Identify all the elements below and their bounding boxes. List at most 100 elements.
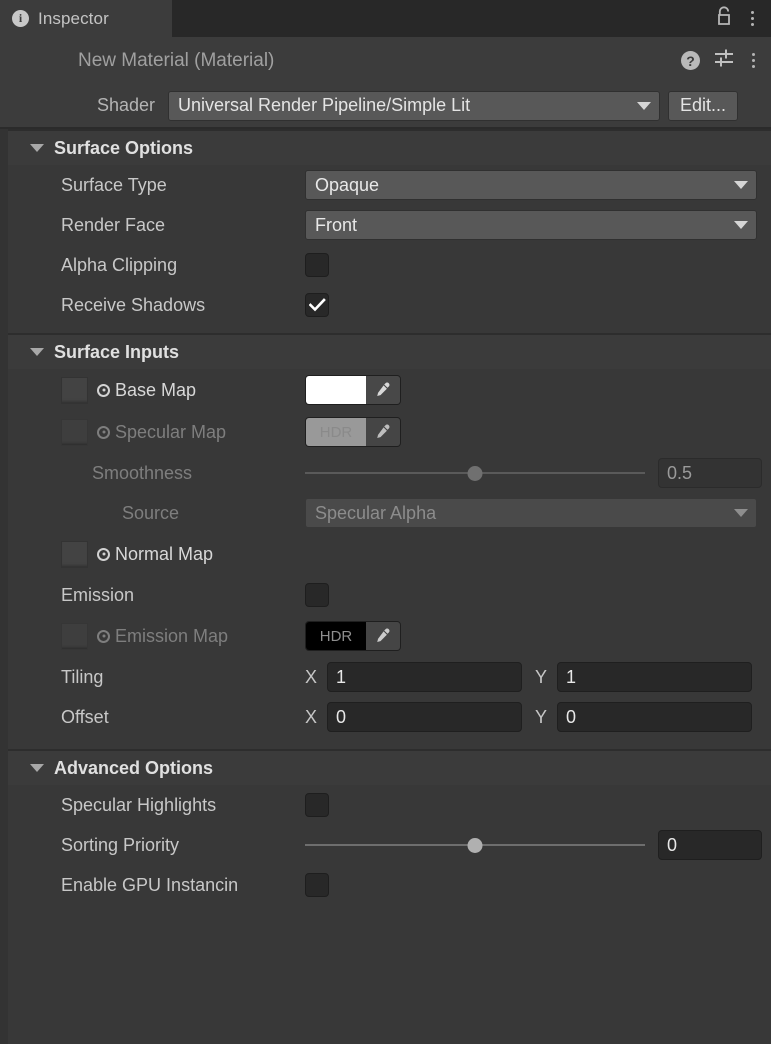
chevron-down-icon: [734, 509, 748, 517]
render-face-value: Front: [315, 215, 734, 236]
target-dot-icon[interactable]: [97, 426, 110, 439]
emission-map-label-group: Emission Map: [97, 626, 228, 647]
sorting-priority-slider[interactable]: [305, 830, 645, 860]
section-title: Advanced Options: [54, 758, 213, 779]
surface-type-dropdown[interactable]: Opaque: [305, 170, 757, 200]
shader-label: Shader: [0, 95, 168, 116]
row-receive-shadows: Receive Shadows: [0, 285, 771, 325]
smoothness-label: Smoothness: [0, 463, 305, 484]
section-header-advanced-options[interactable]: Advanced Options: [0, 749, 771, 785]
source-label: Source: [0, 503, 305, 524]
normal-map-label: Normal Map: [115, 544, 213, 565]
target-dot-icon[interactable]: [97, 548, 110, 561]
foldout-triangle-icon[interactable]: [30, 144, 44, 152]
specular-map-swatch[interactable]: HDR: [306, 418, 366, 446]
row-specular-map: Specular Map HDR: [0, 411, 771, 453]
emission-checkbox[interactable]: [305, 583, 329, 607]
specular-map-color-field[interactable]: HDR: [305, 417, 401, 447]
row-offset: Offset X 0 Y 0: [0, 697, 771, 737]
info-circle-icon: i: [12, 10, 29, 27]
base-map-color-field[interactable]: [305, 375, 401, 405]
row-smoothness: Smoothness 0.5: [0, 453, 771, 493]
tabbar-actions: [715, 0, 771, 37]
foldout-triangle-icon[interactable]: [30, 764, 44, 772]
emission-map-swatch[interactable]: HDR: [306, 622, 366, 650]
target-dot-icon[interactable]: [97, 630, 110, 643]
receive-shadows-checkbox[interactable]: [305, 293, 329, 317]
eyedropper-icon[interactable]: [366, 418, 400, 446]
slider-knob[interactable]: [468, 838, 483, 853]
row-sorting-priority: Sorting Priority 0: [0, 825, 771, 865]
emission-map-label: Emission Map: [115, 626, 228, 647]
header-actions: ?: [681, 48, 771, 73]
base-map-label-group: Base Map: [97, 380, 196, 401]
tab-inspector[interactable]: i Inspector: [0, 0, 172, 37]
base-map-texture-slot[interactable]: [61, 377, 88, 404]
alpha-clipping-checkbox[interactable]: [305, 253, 329, 277]
specular-map-texture-slot[interactable]: [61, 419, 88, 446]
offset-label: Offset: [0, 707, 305, 728]
eyedropper-icon[interactable]: [366, 376, 400, 404]
base-map-swatch[interactable]: [306, 376, 366, 404]
row-base-map: Base Map: [0, 369, 771, 411]
row-tiling: Tiling X 1 Y 1: [0, 657, 771, 697]
section-title: Surface Options: [54, 138, 193, 159]
tabbar-spacer: [172, 0, 715, 37]
source-dropdown[interactable]: Specular Alpha: [305, 498, 757, 528]
specular-highlights-checkbox[interactable]: [305, 793, 329, 817]
normal-map-texture-slot[interactable]: [61, 541, 88, 568]
render-face-dropdown[interactable]: Front: [305, 210, 757, 240]
section-header-surface-options[interactable]: Surface Options: [0, 129, 771, 165]
row-gpu-instancing: Enable GPU Instancin: [0, 865, 771, 905]
row-render-face: Render Face Front: [0, 205, 771, 245]
shader-dropdown[interactable]: Universal Render Pipeline/Simple Lit: [168, 91, 660, 121]
sorting-priority-value-field[interactable]: 0: [658, 830, 762, 860]
chevron-down-icon: [734, 181, 748, 189]
tiling-y-field[interactable]: 1: [557, 662, 752, 692]
gpu-instancing-checkbox[interactable]: [305, 873, 329, 897]
emission-map-texture-slot[interactable]: [61, 623, 88, 650]
smoothness-slider[interactable]: [305, 458, 645, 488]
row-alpha-clipping: Alpha Clipping: [0, 245, 771, 285]
tiling-y-axis-label: Y: [535, 667, 557, 688]
page-title: New Material (Material): [0, 50, 274, 72]
gpu-instancing-label: Enable GPU Instancin: [0, 875, 305, 896]
row-source: Source Specular Alpha: [0, 493, 771, 533]
shader-value: Universal Render Pipeline/Simple Lit: [178, 95, 637, 116]
inspector-body: Surface Options Surface Type Opaque Rend…: [0, 129, 771, 1044]
edit-shader-button[interactable]: Edit...: [668, 91, 738, 121]
slider-knob[interactable]: [468, 466, 483, 481]
row-normal-map: Normal Map: [0, 533, 771, 575]
receive-shadows-label: Receive Shadows: [0, 295, 305, 316]
offset-y-field[interactable]: 0: [557, 702, 752, 732]
section-title: Surface Inputs: [54, 342, 179, 363]
eyedropper-icon[interactable]: [366, 622, 400, 650]
material-header: New Material (Material) ?: [0, 37, 771, 84]
offset-y-axis-label: Y: [535, 707, 557, 728]
offset-x-axis-label: X: [305, 707, 327, 728]
alpha-clipping-label: Alpha Clipping: [0, 255, 305, 276]
padlock-unlocked-icon[interactable]: [715, 6, 733, 31]
row-emission: Emission: [0, 575, 771, 615]
help-question-icon[interactable]: ?: [681, 51, 700, 70]
foldout-triangle-icon[interactable]: [30, 348, 44, 356]
kebab-menu-icon[interactable]: [747, 8, 758, 29]
chevron-down-icon: [734, 221, 748, 229]
tiling-x-field[interactable]: 1: [327, 662, 522, 692]
surface-type-label: Surface Type: [0, 175, 305, 196]
tab-inspector-label: Inspector: [38, 9, 109, 29]
kebab-menu-icon[interactable]: [748, 50, 759, 71]
preset-sliders-icon[interactable]: [713, 48, 735, 73]
smoothness-value-field[interactable]: 0.5: [658, 458, 762, 488]
section-header-surface-inputs[interactable]: Surface Inputs: [0, 333, 771, 369]
emission-map-color-field[interactable]: HDR: [305, 621, 401, 651]
left-rail: [0, 129, 8, 1044]
specular-highlights-label: Specular Highlights: [0, 795, 305, 816]
row-emission-map: Emission Map HDR: [0, 615, 771, 657]
sorting-priority-label: Sorting Priority: [0, 835, 305, 856]
tiling-label: Tiling: [0, 667, 305, 688]
offset-x-field[interactable]: 0: [327, 702, 522, 732]
render-face-label: Render Face: [0, 215, 305, 236]
tiling-x-axis-label: X: [305, 667, 327, 688]
target-dot-icon[interactable]: [97, 384, 110, 397]
